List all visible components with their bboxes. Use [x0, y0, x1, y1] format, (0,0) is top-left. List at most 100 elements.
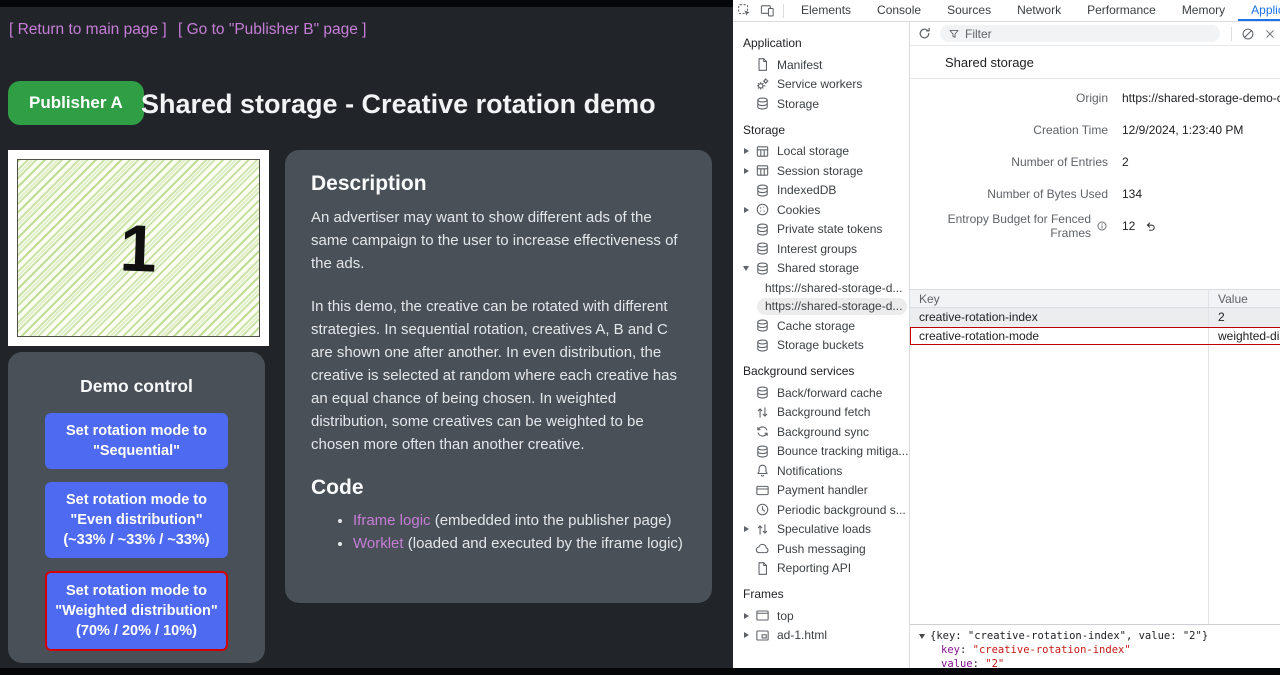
- meta-row-number-of-bytes-used: Number of Bytes Used134: [910, 178, 1280, 210]
- column-header-key[interactable]: Key: [910, 292, 1208, 306]
- doc-icon: [755, 57, 770, 72]
- reset-budget-icon[interactable]: [1144, 220, 1157, 233]
- sidebar-item-notifications[interactable]: Notifications: [733, 461, 909, 481]
- filter-input[interactable]: [965, 27, 1165, 41]
- sidebar-item-speculative-loads[interactable]: Speculative loads: [733, 520, 909, 540]
- shared-storage-metadata: Originhttps://shared-storage-demo-coCrea…: [910, 79, 1280, 242]
- sidebar-item-label: Manifest: [777, 58, 822, 72]
- rotation-mode-button-3[interactable]: Set rotation mode to "Weighted distribut…: [45, 571, 228, 651]
- sidebar-item-interest-groups[interactable]: Interest groups: [733, 239, 909, 259]
- sidebar-item-back-forward-cache[interactable]: Back/forward cache: [733, 383, 909, 403]
- device-toolbar-icon[interactable]: [760, 3, 775, 18]
- devtools-tab-console[interactable]: Console: [864, 0, 934, 21]
- chevron-right-icon: [737, 613, 755, 619]
- sidebar-item-shared-storage[interactable]: Shared storage: [733, 259, 909, 279]
- devtools-tab-application[interactable]: Application: [1238, 0, 1280, 21]
- sidebar-item-label: Private state tokens: [777, 222, 882, 236]
- sidebar-item-label: Storage: [777, 97, 819, 111]
- db-icon: [755, 241, 770, 256]
- sidebar-item-session-storage[interactable]: Session storage: [733, 161, 909, 181]
- devtools-tab-performance[interactable]: Performance: [1074, 0, 1169, 21]
- sidebar-item-manifest[interactable]: Manifest: [733, 55, 909, 75]
- ad-creative-iframe[interactable]: 1: [8, 150, 269, 346]
- devtools-tab-memory[interactable]: Memory: [1169, 0, 1238, 21]
- sidebar-section-frames: Frames: [733, 578, 909, 606]
- devtools-tab-network[interactable]: Network: [1004, 0, 1074, 21]
- sidebar-item-label: Back/forward cache: [777, 386, 882, 400]
- meta-label-text: Creation Time: [1033, 123, 1108, 137]
- devtools-tab-sources[interactable]: Sources: [934, 0, 1004, 21]
- filter-box[interactable]: [940, 25, 1220, 42]
- sidebar-item-payment-handler[interactable]: Payment handler: [733, 481, 909, 501]
- sidebar-item-reporting-api[interactable]: Reporting API: [733, 559, 909, 579]
- inspect-element-icon[interactable]: [737, 3, 752, 18]
- sidebar-item-background-fetch[interactable]: Background fetch: [733, 403, 909, 423]
- meta-label-text: Origin: [1076, 91, 1108, 105]
- iframe-icon: [755, 628, 770, 643]
- sidebar-item-push-messaging[interactable]: Push messaging: [733, 539, 909, 559]
- description-paragraph: An advertiser may want to show different…: [311, 206, 686, 275]
- sidebar-item-cache-storage[interactable]: Cache storage: [733, 316, 909, 336]
- rotation-mode-button-2[interactable]: Set rotation mode to "Even distribution"…: [45, 482, 228, 558]
- gears-icon: [755, 77, 770, 92]
- table-icon: [755, 144, 770, 159]
- sidebar-item-private-state-tokens[interactable]: Private state tokens: [733, 220, 909, 240]
- sidebar-item-https-shared-storage-d[interactable]: https://shared-storage-d...: [757, 298, 907, 316]
- meta-row-creation-time: Creation Time 12/9/2024, 1:23:40 PM: [910, 114, 1280, 146]
- meta-label: Number of Bytes Used: [910, 187, 1108, 201]
- sidebar-item-top[interactable]: top: [733, 606, 909, 626]
- code-link-iframe-logic[interactable]: Iframe logic: [353, 512, 431, 529]
- devtools-tab-elements[interactable]: Elements: [788, 0, 864, 21]
- close-icon[interactable]: [1264, 28, 1276, 40]
- sidebar-item-label: top: [777, 609, 794, 623]
- tabbar-divider: [783, 4, 784, 18]
- sidebar-item-label: https://shared-storage-d...: [765, 281, 902, 295]
- rotation-mode-button-1[interactable]: Set rotation mode to "Sequential": [45, 413, 228, 469]
- return-to-main-page-link[interactable]: [ Return to main page ]: [9, 21, 167, 38]
- updown-icon: [755, 522, 770, 537]
- sidebar-item-periodic-background-s[interactable]: Periodic background s...: [733, 500, 909, 520]
- sidebar-item-label: Interest groups: [777, 242, 857, 256]
- cloud-icon: [755, 541, 770, 556]
- sidebar-item-bounce-tracking-mitiga[interactable]: Bounce tracking mitiga...: [733, 442, 909, 462]
- sidebar-item-storage-buckets[interactable]: Storage buckets: [733, 336, 909, 356]
- clear-icon[interactable]: [1241, 27, 1255, 41]
- go-to-publisher-b-link[interactable]: [ Go to "Publisher B" page ]: [178, 21, 367, 38]
- sidebar-item-https-shared-storage-d[interactable]: https://shared-storage-d...: [757, 279, 907, 297]
- chevron-right-icon: [737, 168, 755, 174]
- page-title: Shared storage - Creative rotation demo: [141, 89, 656, 120]
- sidebar-item-label: Periodic background s...: [777, 503, 906, 517]
- meta-row-origin: Originhttps://shared-storage-demo-co: [910, 82, 1280, 114]
- page-nav: [ Return to main page ] [ Go to "Publish…: [9, 21, 373, 39]
- sidebar-item-background-sync[interactable]: Background sync: [733, 422, 909, 442]
- shared-storage-main: Shared storage Originhttps://shared-stor…: [910, 22, 1280, 668]
- column-header-value[interactable]: Value: [1208, 290, 1280, 307]
- sidebar-item-label: Cache storage: [777, 319, 855, 333]
- sidebar-item-service-workers[interactable]: Service workers: [733, 75, 909, 95]
- frame-icon: [755, 608, 770, 623]
- sync-icon: [755, 424, 770, 439]
- refresh-icon[interactable]: [917, 26, 932, 41]
- meta-label: Number of Entries: [910, 155, 1108, 169]
- sidebar-item-label: Notifications: [777, 464, 842, 478]
- table-row-creative-rotation-index[interactable]: creative-rotation-index2: [910, 308, 1280, 327]
- sidebar-item-ad-1-html[interactable]: ad-1.html: [733, 626, 909, 646]
- table-row-creative-rotation-mode[interactable]: creative-rotation-modeweighted-distribut…: [910, 327, 1280, 346]
- code-link-worklet[interactable]: Worklet: [353, 535, 404, 552]
- sidebar-item-label: ad-1.html: [777, 628, 827, 642]
- db-icon: [755, 183, 770, 198]
- meta-value-text: 12/9/2024, 1:23:40 PM: [1122, 123, 1243, 137]
- sidebar-item-cookies[interactable]: Cookies: [733, 200, 909, 220]
- sidebar-item-indexeddb[interactable]: IndexedDB: [733, 181, 909, 201]
- publisher-page: [ Return to main page ] [ Go to "Publish…: [0, 0, 733, 675]
- info-icon[interactable]: [1096, 220, 1108, 232]
- preview-summary-line: {key: "creative-rotation-index", value: …: [919, 629, 1280, 643]
- expander-icon[interactable]: [919, 634, 925, 639]
- sidebar-item-storage[interactable]: Storage: [733, 94, 909, 114]
- sidebar-item-local-storage[interactable]: Local storage: [733, 142, 909, 162]
- sidebar-section-background-services: Background services: [733, 355, 909, 383]
- screenshot-root: [ Return to main page ] [ Go to "Publish…: [0, 0, 1280, 675]
- description-paragraph: In this demo, the creative can be rotate…: [311, 295, 686, 456]
- cell-key: creative-rotation-index: [910, 310, 1208, 324]
- demo-buttons: Set rotation mode to "Sequential" Set rot…: [45, 413, 228, 651]
